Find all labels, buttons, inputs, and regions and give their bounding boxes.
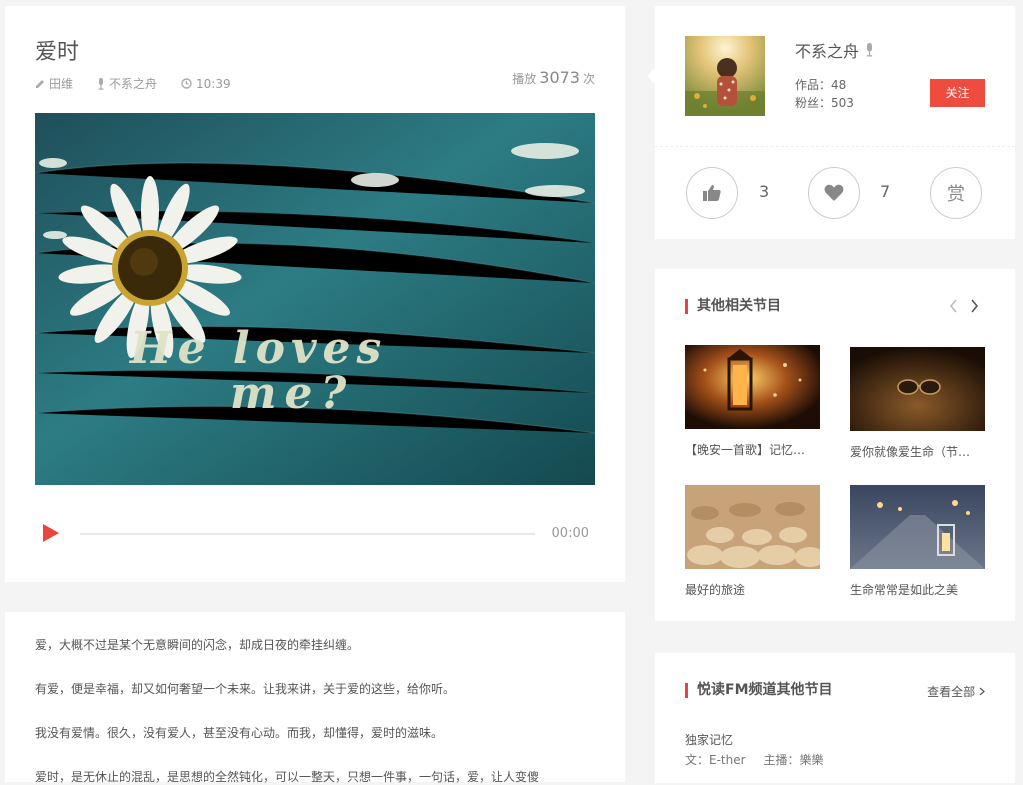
channel-title: 悦读FM频道其他节目 [685, 683, 833, 698]
street-lantern-photo-icon [850, 485, 985, 569]
episode-author-name: 田维 [49, 77, 74, 91]
audio-player: 00:00 [35, 520, 595, 548]
works-count: 作品：48 [795, 76, 854, 94]
related-title: 其他相关节目 [685, 299, 781, 314]
related-item[interactable]: 爱你就像爱生命（节… [850, 347, 985, 460]
episode-anchor-name: 不系之舟 [109, 77, 158, 91]
card-pointer [647, 68, 655, 84]
episode-cover-image: He loves me? [35, 113, 595, 485]
channel-item-meta: 文：E-ther 主播：樂樂 [685, 751, 824, 768]
author-card: 不系之舟 作品：48 粉丝：503 关注 3 7 赏 [647, 6, 1015, 239]
fans-value: 503 [831, 96, 854, 110]
heart-icon [824, 184, 844, 201]
chevron-right-icon [979, 687, 985, 696]
microphone-icon [866, 43, 873, 57]
related-item[interactable]: 生命常常是如此之美 [850, 485, 985, 598]
play-count-prefix: 播放 [512, 72, 537, 86]
fans-count: 粉丝：503 [795, 94, 854, 112]
favorite-count: 7 [880, 182, 891, 201]
see-all-label: 查看全部 [927, 685, 976, 699]
like-button[interactable] [686, 167, 738, 219]
chevron-left-icon[interactable] [948, 299, 960, 313]
avatar[interactable] [685, 36, 765, 116]
channel-item-author: 文：E-ther [685, 753, 746, 767]
pebbles-photo-icon [685, 485, 820, 569]
play-count-value: 3073 [539, 68, 580, 87]
progress-bar[interactable] [80, 533, 535, 535]
pencil-icon [36, 79, 44, 88]
works-label: 作品： [795, 78, 832, 92]
favorite-button[interactable] [808, 167, 860, 219]
like-count: 3 [759, 182, 770, 201]
author-name[interactable]: 不系之舟 [795, 38, 874, 62]
thumbs-up-icon [703, 185, 721, 201]
follow-button[interactable]: 关注 [930, 79, 985, 107]
divider [655, 146, 1015, 147]
play-icon[interactable] [43, 524, 59, 542]
related-item[interactable]: 最好的旅途 [685, 485, 820, 598]
glasses-photo-icon [850, 347, 985, 431]
cover-text-line2: me? [230, 368, 354, 419]
see-all-link[interactable]: 查看全部 [927, 683, 985, 700]
author-stats: 作品：48 粉丝：503 [795, 76, 854, 112]
carousel-nav [948, 299, 980, 313]
episode-duration-value: 10:39 [196, 76, 231, 91]
related-item-caption: 生命常常是如此之美 [850, 583, 959, 597]
description-paragraph: 爱，大概不过是某个无意瞬间的闪念，却成日夜的牵挂纠缠。 [35, 638, 360, 652]
channel-item-title[interactable]: 独家记忆 [685, 731, 733, 748]
episode-duration: 10:39 [181, 75, 231, 92]
description-paragraph: 爱时，是无休止的混乱，是思想的全然钝化，可以一整天，只想一件事，一句话，爱，让人… [35, 770, 540, 784]
reward-label: 赏 [947, 184, 965, 205]
related-item-caption: 最好的旅途 [685, 583, 746, 597]
description-paragraph: 我没有爱情。很久，没有爱人，甚至没有心动。而我，却懂得，爱时的滋味。 [35, 726, 444, 740]
clock-icon [181, 78, 192, 89]
episode-meta: 田维 不系之舟 10:39 [35, 75, 231, 92]
current-time: 00:00 [551, 526, 589, 541]
reward-button[interactable]: 赏 [930, 167, 982, 219]
episode-anchor[interactable]: 不系之舟 [97, 75, 157, 92]
chevron-right-icon[interactable] [968, 299, 980, 313]
works-value: 48 [831, 78, 847, 92]
related-programs-card: 其他相关节目 【晚安一首歌】记忆… 爱你就像爱生命（节… 最好的旅途 生命常常是… [655, 269, 1015, 621]
play-count-suffix: 次 [582, 72, 595, 86]
related-item-caption: 【晚安一首歌】记忆… [685, 443, 806, 457]
lantern-photo-icon [685, 345, 820, 429]
channel-programs-card: 悦读FM频道其他节目 查看全部 独家记忆 文：E-ther 主播：樂樂 [655, 653, 1015, 783]
cover-text-line1: He loves [128, 323, 387, 374]
episode-card: 爱时 田维 不系之舟 10:39 播放 3073 次 He loves me? … [5, 6, 625, 582]
description-card: 爱，大概不过是某个无意瞬间的闪念，却成日夜的牵挂纠缠。 有爱，便是幸福，却又如何… [5, 612, 625, 784]
related-item[interactable]: 【晚安一首歌】记忆… [685, 345, 820, 458]
channel-item-host: 主播：樂樂 [763, 753, 824, 767]
episode-title: 爱时 [35, 40, 80, 65]
episode-author[interactable]: 田维 [35, 75, 73, 92]
microphone-icon [98, 77, 104, 90]
description-paragraph: 有爱，便是幸福，却又如何奢望一个未来。让我来讲，关于爱的这些，给你听。 [35, 682, 456, 696]
related-item-caption: 爱你就像爱生命（节… [850, 445, 971, 459]
play-count: 播放 3073 次 [512, 68, 595, 87]
fans-label: 粉丝： [795, 96, 832, 110]
author-name-text: 不系之舟 [795, 42, 860, 61]
